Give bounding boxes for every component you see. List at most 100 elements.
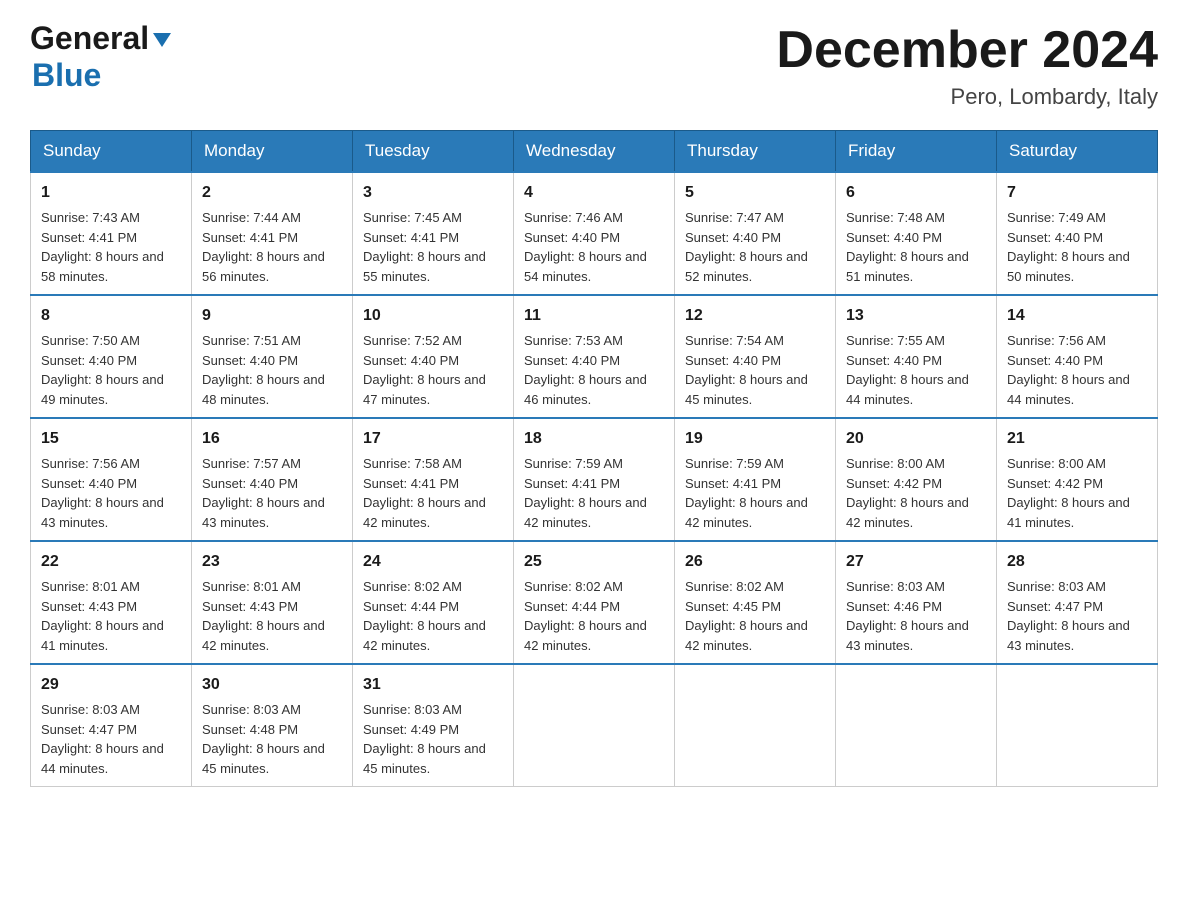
sunrise-text: Sunrise: 7:49 AM [1007, 210, 1106, 225]
weekday-header-monday: Monday [192, 131, 353, 173]
sunrise-text: Sunrise: 7:56 AM [41, 456, 140, 471]
calendar-cell: 6 Sunrise: 7:48 AM Sunset: 4:40 PM Daylight… [836, 172, 997, 295]
sunrise-text: Sunrise: 8:01 AM [41, 579, 140, 594]
sunset-text: Sunset: 4:40 PM [41, 353, 137, 368]
sunset-text: Sunset: 4:40 PM [202, 353, 298, 368]
sunrise-text: Sunrise: 7:44 AM [202, 210, 301, 225]
calendar-cell: 20Sunrise: 8:00 AMSunset: 4:42 PMDayligh… [836, 418, 997, 541]
sunrise-text: Sunrise: 8:02 AM [363, 579, 462, 594]
calendar-cell: 25Sunrise: 8:02 AMSunset: 4:44 PMDayligh… [514, 541, 675, 664]
calendar-cell: 12Sunrise: 7:54 AMSunset: 4:40 PMDayligh… [675, 295, 836, 418]
calendar-cell: 5Sunrise: 7:47 AMSunset: 4:40 PMDaylight… [675, 172, 836, 295]
daylight-text: Daylight: 8 hours and 41 minutes. [1007, 495, 1130, 530]
sunset-text: Sunset: 4:41 PM [41, 230, 137, 245]
daylight-text: Daylight: 8 hours and 42 minutes. [524, 618, 647, 653]
calendar-cell [836, 664, 997, 787]
day-number: 19 [685, 427, 825, 451]
daylight-text: Daylight: 8 hours and 43 minutes. [846, 618, 969, 653]
sunrise-text: Sunrise: 7:54 AM [685, 333, 784, 348]
sunrise-text: Sunrise: 7:50 AM [41, 333, 140, 348]
logo: General Blue [30, 20, 173, 94]
calendar-cell: 28Sunrise: 8:03 AMSunset: 4:47 PMDayligh… [997, 541, 1158, 664]
day-number: 18 [524, 427, 664, 451]
sunset-text: Sunset: 4:47 PM [1007, 599, 1103, 614]
sunrise-text: Sunrise: 8:02 AM [524, 579, 623, 594]
day-number: 6 [846, 181, 986, 205]
daylight-text: Daylight: 8 hours and 42 minutes. [685, 618, 808, 653]
calendar-week-row: 15 Sunrise: 7:56 AM Sunset: 4:40 PM Dayligh… [31, 418, 1158, 541]
day-number: 23 [202, 550, 342, 574]
logo-general-text: General [30, 20, 149, 57]
sunset-text: Sunset: 4:46 PM [846, 599, 942, 614]
calendar-cell [997, 664, 1158, 787]
calendar-cell: 18Sunrise: 7:59 AMSunset: 4:41 PMDayligh… [514, 418, 675, 541]
sunrise-text: Sunrise: 7:58 AM [363, 456, 462, 471]
title-section: December 2024 Pero, Lombardy, Italy [776, 20, 1158, 110]
location: Pero, Lombardy, Italy [776, 84, 1158, 110]
daylight-text: Daylight: 8 hours and 44 minutes. [41, 741, 164, 776]
sunset-text: Sunset: 4:40 PM [41, 476, 137, 491]
sunrise-text: Sunrise: 7:48 AM [846, 210, 945, 225]
calendar-week-row: 1Sunrise: 7:43 AMSunset: 4:41 PMDaylight… [31, 172, 1158, 295]
calendar-cell: 14Sunrise: 7:56 AMSunset: 4:40 PMDayligh… [997, 295, 1158, 418]
sunrise-text: Sunrise: 7:46 AM [524, 210, 623, 225]
calendar-cell: 22Sunrise: 8:01 AMSunset: 4:43 PMDayligh… [31, 541, 192, 664]
calendar-cell: 7Sunrise: 7:49 AMSunset: 4:40 PMDaylight… [997, 172, 1158, 295]
day-number: 4 [524, 181, 664, 205]
day-number: 14 [1007, 304, 1147, 328]
day-number: 9 [202, 304, 342, 328]
sunset-text: Sunset: 4:40 PM [202, 476, 298, 491]
calendar-cell: 11 Sunrise: 7:53 AM Sunset: 4:40 PM Dayligh… [514, 295, 675, 418]
sunrise-text: Sunrise: 8:03 AM [1007, 579, 1106, 594]
day-number: 27 [846, 550, 986, 574]
sunset-text: Sunset: 4:44 PM [363, 599, 459, 614]
sunset-text: Sunset: 4:45 PM [685, 599, 781, 614]
day-number: 21 [1007, 427, 1147, 451]
calendar-week-row: 8 Sunrise: 7:50 AM Sunset: 4:40 PM Daylight… [31, 295, 1158, 418]
calendar-table: SundayMondayTuesdayWednesdayThursdayFrid… [30, 130, 1158, 787]
sunset-text: Sunset: 4:40 PM [524, 353, 620, 368]
sunrise-text: Sunrise: 7:52 AM [363, 333, 462, 348]
day-number: 11 [524, 304, 664, 328]
sunrise-text: Sunrise: 7:56 AM [1007, 333, 1106, 348]
sunrise-text: Sunrise: 7:59 AM [685, 456, 784, 471]
daylight-text: Daylight: 8 hours and 42 minutes. [846, 495, 969, 530]
day-number: 15 [41, 427, 181, 451]
day-number: 20 [846, 427, 986, 451]
sunset-text: Sunset: 4:40 PM [846, 230, 942, 245]
sunset-text: Sunset: 4:41 PM [202, 230, 298, 245]
day-number: 8 [41, 304, 181, 328]
calendar-cell: 30Sunrise: 8:03 AMSunset: 4:48 PMDayligh… [192, 664, 353, 787]
page-header: General Blue December 2024 Pero, Lombard… [30, 20, 1158, 110]
daylight-text: Daylight: 8 hours and 44 minutes. [1007, 372, 1130, 407]
daylight-text: Daylight: 8 hours and 42 minutes. [363, 618, 486, 653]
daylight-text: Daylight: 8 hours and 50 minutes. [1007, 249, 1130, 284]
sunrise-text: Sunrise: 7:53 AM [524, 333, 623, 348]
sunset-text: Sunset: 4:40 PM [846, 353, 942, 368]
daylight-text: Daylight: 8 hours and 41 minutes. [41, 618, 164, 653]
daylight-text: Daylight: 8 hours and 51 minutes. [846, 249, 969, 284]
sunset-text: Sunset: 4:41 PM [363, 476, 459, 491]
calendar-cell: 10Sunrise: 7:52 AMSunset: 4:40 PMDayligh… [353, 295, 514, 418]
day-number: 3 [363, 181, 503, 205]
day-number: 28 [1007, 550, 1147, 574]
sunset-text: Sunset: 4:40 PM [363, 353, 459, 368]
sunrise-text: Sunrise: 7:45 AM [363, 210, 462, 225]
daylight-text: Daylight: 8 hours and 42 minutes. [363, 495, 486, 530]
day-number: 16 [202, 427, 342, 451]
sunset-text: Sunset: 4:42 PM [846, 476, 942, 491]
sunset-text: Sunset: 4:40 PM [685, 353, 781, 368]
logo-triangle-icon [151, 29, 173, 51]
sunset-text: Sunset: 4:43 PM [41, 599, 137, 614]
daylight-text: Daylight: 8 hours and 47 minutes. [363, 372, 486, 407]
day-number: 17 [363, 427, 503, 451]
calendar-cell: 9Sunrise: 7:51 AMSunset: 4:40 PMDaylight… [192, 295, 353, 418]
calendar-cell: 13Sunrise: 7:55 AMSunset: 4:40 PMDayligh… [836, 295, 997, 418]
calendar-cell: 31Sunrise: 8:03 AMSunset: 4:49 PMDayligh… [353, 664, 514, 787]
calendar-cell: 8Sunrise: 7:50 AMSunset: 4:40 PMDaylight… [31, 295, 192, 418]
sunrise-text: Sunrise: 7:59 AM [524, 456, 623, 471]
daylight-text: Daylight: 8 hours and 46 minutes. [524, 372, 647, 407]
sunset-text: Sunset: 4:42 PM [1007, 476, 1103, 491]
calendar-cell: 1Sunrise: 7:43 AMSunset: 4:41 PMDaylight… [31, 172, 192, 295]
sunset-text: Sunset: 4:43 PM [202, 599, 298, 614]
